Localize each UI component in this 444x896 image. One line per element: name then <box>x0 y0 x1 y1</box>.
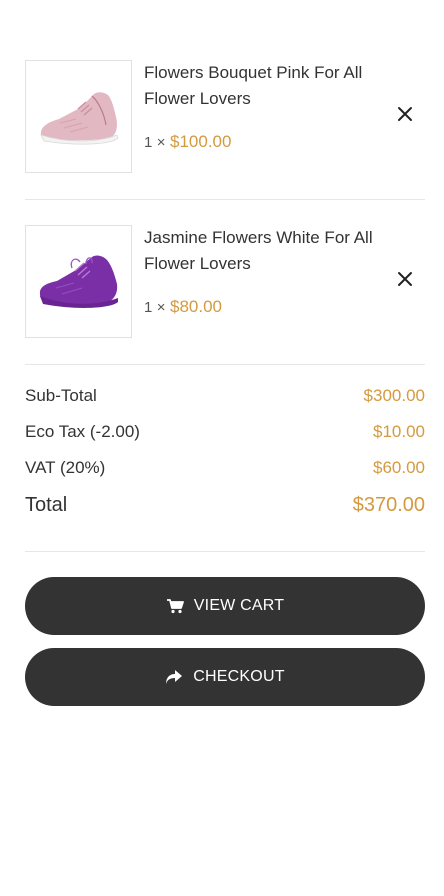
item-qty: 1 <box>144 299 153 316</box>
item-price: $80.00 <box>170 297 223 316</box>
share-arrow-icon <box>165 669 183 685</box>
divider <box>25 364 425 365</box>
remove-item-button[interactable] <box>395 269 415 289</box>
view-cart-label: VIEW CART <box>193 597 285 614</box>
total-row: Total $370.00 <box>25 494 425 517</box>
item-qty-price: 1 × $100.00 <box>144 131 231 154</box>
view-cart-button[interactable]: VIEW CART <box>25 577 425 635</box>
item-qty-price: 1 × $80.00 <box>144 296 222 319</box>
ecotax-row: Eco Tax (-2.00) $10.00 <box>25 422 425 442</box>
total-label: Total <box>25 494 68 516</box>
checkout-button[interactable]: CHECKOUT <box>25 648 425 706</box>
vat-row: VAT (20%) $60.00 <box>25 458 425 478</box>
item-qty: 1 <box>144 134 153 151</box>
checkout-label: CHECKOUT <box>193 668 285 685</box>
subtotal-value: $300.00 <box>363 386 425 405</box>
ecotax-label: Eco Tax (-2.00) <box>25 422 140 441</box>
subtotal-label: Sub-Total <box>25 386 97 405</box>
product-image-pink-sneaker[interactable] <box>25 60 132 173</box>
vat-value: $60.00 <box>373 458 425 477</box>
close-icon <box>398 107 412 121</box>
remove-item-button[interactable] <box>395 104 415 124</box>
ecotax-value: $10.00 <box>373 422 425 441</box>
divider <box>25 199 425 200</box>
times-sign: × <box>156 299 166 316</box>
close-icon <box>398 272 412 286</box>
cart-item: Jasmine Flowers White For All Flower Lov… <box>25 225 425 338</box>
item-name[interactable]: Flowers Bouquet Pink For All Flower Love… <box>144 60 394 112</box>
cart-icon <box>166 598 184 614</box>
subtotal-row: Sub-Total $300.00 <box>25 386 425 406</box>
product-image-purple-sneaker[interactable] <box>25 225 132 338</box>
vat-label: VAT (20%) <box>25 458 106 477</box>
total-value: $370.00 <box>352 494 425 516</box>
item-price: $100.00 <box>170 132 232 151</box>
item-name[interactable]: Jasmine Flowers White For All Flower Lov… <box>144 225 394 277</box>
times-sign: × <box>156 134 166 151</box>
divider <box>25 551 425 552</box>
cart-item: Flowers Bouquet Pink For All Flower Love… <box>25 60 425 173</box>
